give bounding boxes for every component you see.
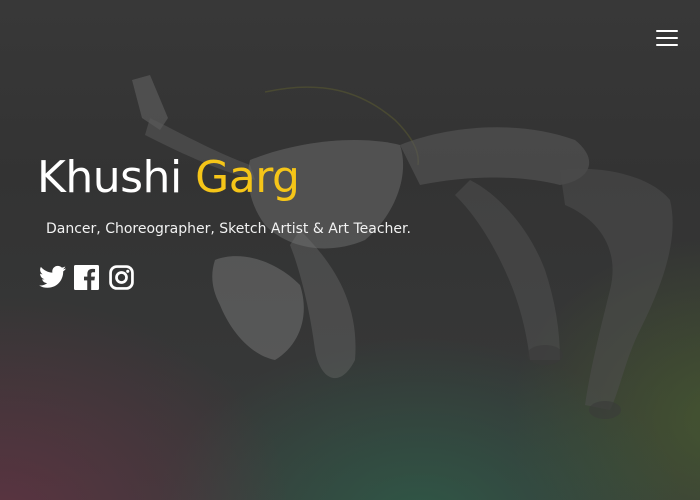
hamburger-menu-button[interactable] (656, 28, 678, 46)
instagram-link[interactable] (109, 265, 135, 291)
dancer-background-image (132, 75, 673, 419)
social-links (39, 265, 135, 291)
twitter-link[interactable] (39, 265, 66, 291)
hero-section: Khushi Garg Dancer, Choreographer, Sketc… (0, 0, 700, 500)
hamburger-menu-icon-bar (656, 30, 678, 32)
first-name: Khushi (37, 152, 182, 203)
facebook-icon (74, 265, 99, 290)
facebook-link[interactable] (74, 265, 100, 291)
hamburger-menu-icon-bar (656, 44, 678, 46)
page-title: Khushi Garg (37, 152, 300, 203)
twitter-icon (39, 265, 66, 288)
tagline: Dancer, Choreographer, Sketch Artist & A… (46, 221, 411, 237)
instagram-icon (109, 265, 134, 290)
hamburger-menu-icon-bar (656, 37, 678, 39)
last-name: Garg (195, 152, 300, 203)
